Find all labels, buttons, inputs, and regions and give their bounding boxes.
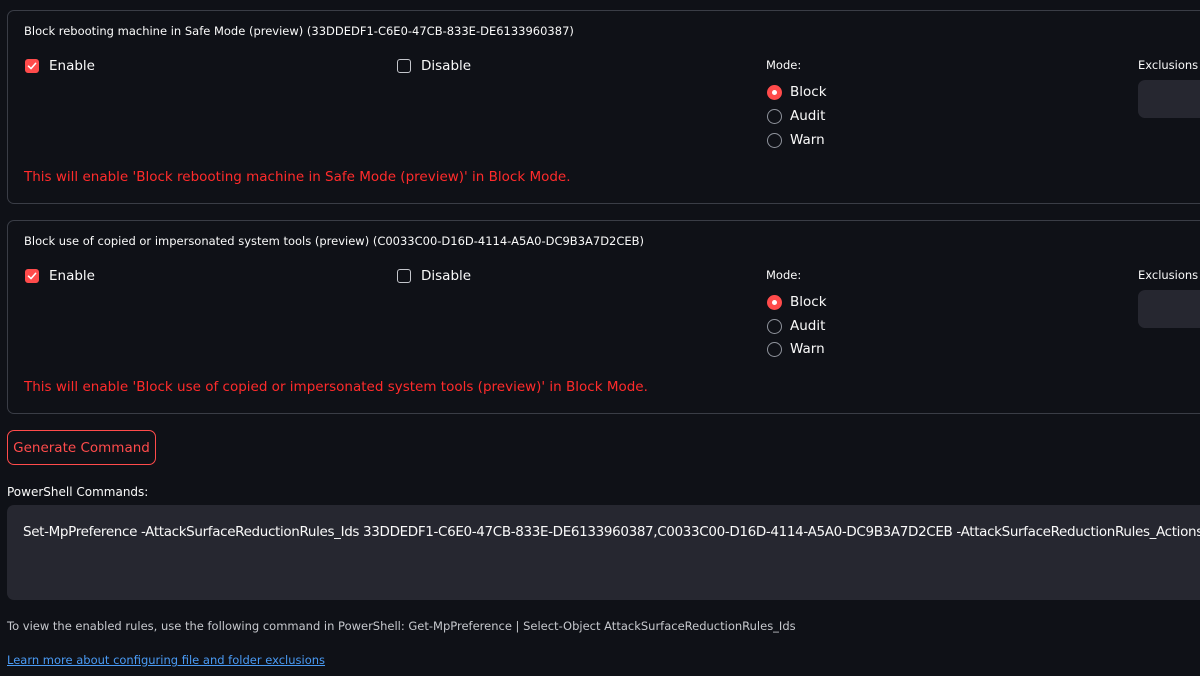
rule-title: Block use of copied or impersonated syst… [24,234,645,248]
exclusions-input[interactable] [1138,290,1200,328]
radio-label: Audit [790,108,826,124]
enable-label: Enable [49,268,95,284]
exclusions-label: Exclusions ( [1138,58,1200,72]
radio-unselected-icon [767,341,782,357]
radio-selected-icon [767,294,782,310]
disable-label: Disable [421,268,472,284]
exclusions-input[interactable] [1138,80,1200,118]
rule-note: This will enable 'Block use of copied or… [24,379,648,395]
mode-radio-warn[interactable]: Warn [767,341,825,357]
mode-radio-audit[interactable]: Audit [767,318,825,334]
radio-unselected-icon [767,108,782,124]
radio-unselected-icon [767,132,782,148]
exclusions-label: Exclusions ( [1138,268,1200,282]
radio-label: Warn [790,132,825,148]
generate-command-button[interactable]: Generate Command [7,430,156,465]
enable-label: Enable [49,58,95,74]
mode-radio-block[interactable]: Block [767,294,827,310]
learn-more-link[interactable]: Learn more about configuring file and fo… [7,653,325,667]
radio-label: Block [790,84,827,100]
rule-card: Block use of copied or impersonated syst… [7,220,1200,414]
rule-title: Block rebooting machine in Safe Mode (pr… [24,24,574,38]
mode-radio-block[interactable]: Block [767,84,827,100]
enable-checkbox[interactable]: Enable [25,268,95,284]
disable-checkbox[interactable]: Disable [397,58,471,74]
radio-label: Block [790,294,827,310]
radio-label: Audit [790,318,826,334]
disable-checkbox[interactable]: Disable [397,268,471,284]
checkmark-icon [25,269,39,283]
disable-label: Disable [421,58,472,74]
radio-unselected-icon [767,318,782,334]
checkmark-icon [25,59,39,73]
empty-checkbox-icon [397,269,411,283]
radio-label: Warn [790,341,825,357]
mode-label: Mode: [766,268,802,282]
mode-radio-warn[interactable]: Warn [767,132,825,148]
enable-checkbox[interactable]: Enable [25,58,95,74]
powershell-label: PowerShell Commands: [7,485,149,499]
rule-note: This will enable 'Block rebooting machin… [24,169,571,185]
hint-text: To view the enabled rules, use the follo… [7,619,796,633]
empty-checkbox-icon [397,59,411,73]
radio-selected-icon [767,84,782,100]
asr-rules-page: Block rebooting machine in Safe Mode (pr… [0,0,1200,676]
powershell-command-box[interactable]: Set-MpPreference -AttackSurfaceReduction… [7,505,1200,600]
mode-radio-audit[interactable]: Audit [767,108,825,124]
mode-label: Mode: [766,58,802,72]
rule-card: Block rebooting machine in Safe Mode (pr… [7,10,1200,204]
powershell-command-text: Set-MpPreference -AttackSurfaceReduction… [23,524,1200,540]
